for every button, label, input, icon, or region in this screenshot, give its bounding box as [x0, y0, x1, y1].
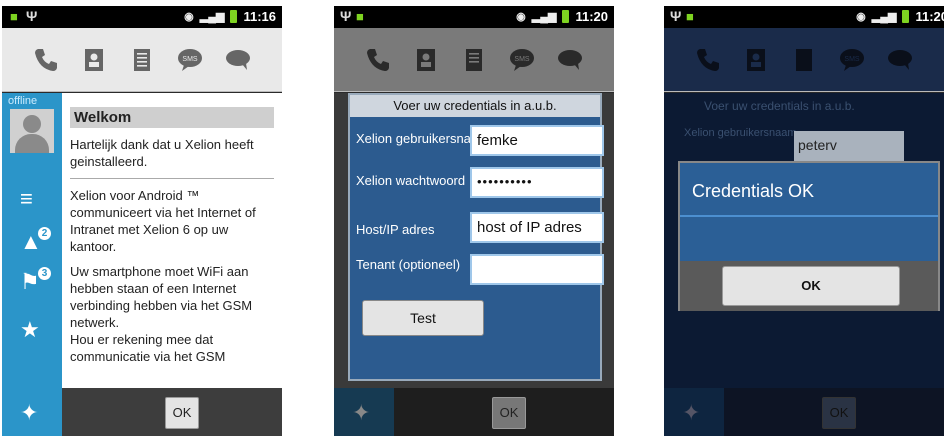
phone-screen-credentials: ■ Ψ ◉ ▂▄▆ 11:20 SMS ✦ OK Voer uw credent…: [334, 6, 614, 436]
bottom-bar: ✦ OK: [334, 388, 614, 436]
credentials-ok-dialog: Credentials OK OK: [678, 161, 940, 311]
chat-icon[interactable]: [223, 45, 253, 75]
test-button[interactable]: Test: [362, 300, 484, 336]
list-icon[interactable]: ≡: [20, 188, 33, 210]
wifi-icon: ◉: [516, 11, 526, 23]
presence-status: offline: [8, 95, 38, 107]
host-field[interactable]: host of IP adres: [470, 212, 604, 243]
wrench-icon: ✦: [682, 400, 701, 425]
sms-icon-text: SMS: [514, 56, 530, 63]
status-bar: ■ Ψ ◉ ▂▄▆ 11:20: [334, 6, 614, 28]
clock: 11:20: [575, 9, 608, 24]
welcome-paragraph: Hou er rekening mee dat communicatie via…: [70, 332, 226, 364]
sms-icon-text: SMS: [844, 56, 860, 63]
chat-icon: [555, 45, 585, 75]
divider: [680, 215, 938, 217]
battery-icon: [562, 10, 570, 23]
usb-icon: Ψ: [670, 8, 682, 24]
status-bar: ■ Ψ ◉ ▂▄▆ 11:16: [2, 6, 282, 28]
phone-icon: [363, 45, 393, 75]
sms-icon: SMS: [837, 45, 867, 75]
star-icon[interactable]: ★: [20, 319, 40, 341]
ok-button[interactable]: OK: [165, 397, 199, 429]
password-field[interactable]: ••••••••••: [470, 167, 604, 198]
usb-icon: Ψ: [340, 8, 352, 24]
signal-icon: ▂▄▆: [871, 11, 897, 23]
sms-icon-text: SMS: [182, 56, 198, 63]
android-icon: ■: [10, 9, 18, 24]
status-bar: Ψ ■ ◉ ▂▄▆ 11:20: [664, 6, 944, 28]
signal-icon: ▂▄▆: [199, 11, 225, 23]
credentials-dialog: Voer uw credentials in a.u.b. Xelion geb…: [348, 93, 604, 381]
background-username-field: peterv: [794, 131, 904, 161]
ok-button: OK: [492, 397, 526, 429]
welcome-paragraph: Hartelijk dank dat u Xelion heeft geinst…: [70, 137, 254, 169]
welcome-content: Welkom Hartelijk dank dat u Xelion heeft…: [62, 93, 282, 388]
phone-screen-welcome: ■ Ψ ◉ ▂▄▆ 11:16 SMS offline ≡ ▲ 2 ⚑ 3 ★ …: [2, 6, 282, 436]
divider: [70, 178, 274, 179]
notes-icon: [459, 45, 489, 75]
background-dialog-title: Voer uw credentials in a.u.b.: [704, 99, 855, 113]
top-toolbar: SMS: [2, 28, 282, 92]
clock: 11:16: [243, 9, 276, 24]
battery-icon: [902, 10, 910, 23]
sidebar: offline ≡ ▲ 2 ⚑ 3 ★: [2, 93, 62, 436]
wifi-icon: ◉: [856, 11, 866, 23]
welcome-paragraph: Xelion voor Android ™ communiceert via h…: [70, 188, 256, 254]
password-label: Xelion wachtwoord: [356, 173, 466, 188]
host-label: Host/IP adres: [356, 222, 435, 237]
signal-icon: ▂▄▆: [531, 11, 557, 23]
top-toolbar: SMS: [664, 28, 944, 92]
contacts-icon: [741, 45, 771, 75]
background-username-label: Xelion gebruikersnaam: [684, 127, 797, 139]
phone-icon[interactable]: [31, 45, 61, 75]
android-icon: ■: [356, 9, 364, 24]
chat-icon: [885, 45, 915, 75]
flags-badge: 3: [38, 267, 51, 280]
dialog-title: Voer uw credentials in a.u.b.: [350, 95, 600, 117]
wifi-icon: ◉: [184, 11, 194, 23]
avatar[interactable]: [10, 109, 54, 153]
dialog-message: Credentials OK: [692, 181, 815, 201]
notes-icon[interactable]: [127, 45, 157, 75]
username-field[interactable]: femke: [470, 125, 604, 156]
phone-icon: [693, 45, 723, 75]
android-icon: ■: [686, 9, 694, 24]
bottom-bar: ✦ OK: [664, 388, 944, 436]
contacts-icon: [411, 45, 441, 75]
usb-icon: Ψ: [26, 8, 38, 24]
flag-icon[interactable]: ⚑: [20, 271, 40, 293]
welcome-paragraph: Uw smartphone moet WiFi aan hebben staan…: [70, 264, 253, 330]
alerts-badge: 2: [38, 227, 51, 240]
wrench-icon: ✦: [352, 400, 371, 425]
contacts-icon[interactable]: [79, 45, 109, 75]
sms-icon: SMS: [507, 45, 537, 75]
sms-icon[interactable]: SMS: [175, 45, 205, 75]
dialog-footer: OK: [680, 261, 938, 311]
phone-screen-credentials-ok: Ψ ■ ◉ ▂▄▆ 11:20 SMS Voer uw credentials …: [664, 6, 944, 436]
page-title: Welkom: [70, 107, 274, 128]
wrench-icon[interactable]: ✦: [20, 400, 38, 426]
tenant-label: Tenant (optioneel): [356, 257, 461, 272]
tenant-field[interactable]: [470, 254, 604, 285]
battery-icon: [230, 10, 238, 23]
dialog-ok-button[interactable]: OK: [722, 266, 900, 306]
clock: 11:20: [915, 9, 944, 24]
ok-button: OK: [822, 397, 856, 429]
top-toolbar: SMS: [334, 28, 614, 92]
notes-icon: [789, 45, 819, 75]
bottom-bar: ✦ OK: [2, 388, 282, 436]
